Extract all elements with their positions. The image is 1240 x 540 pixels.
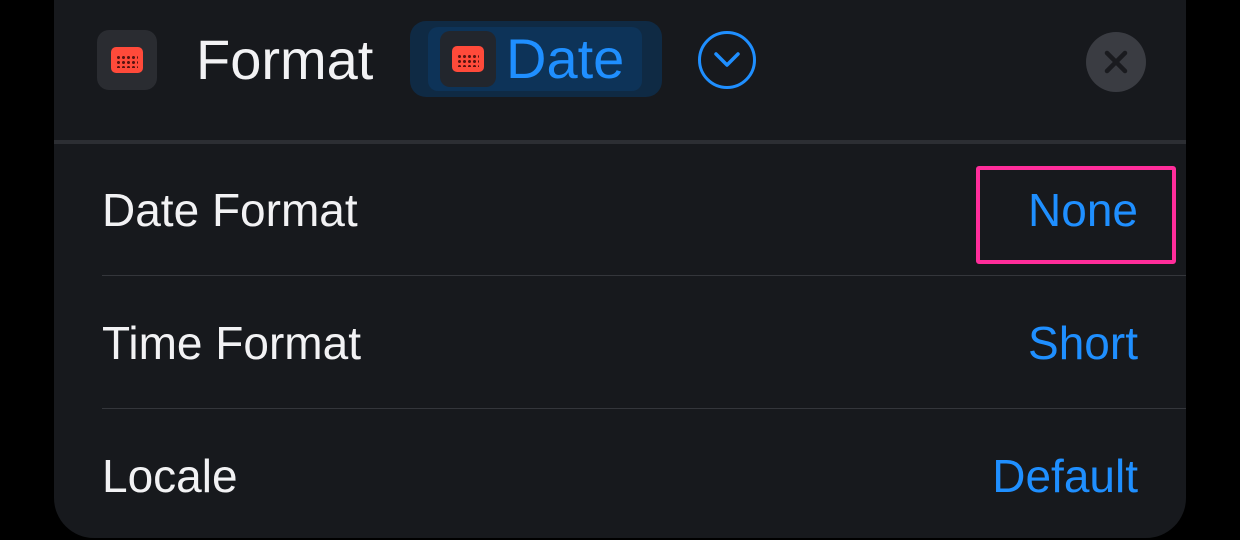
date-format-label: Date Format xyxy=(102,184,358,236)
close-button[interactable] xyxy=(1086,32,1146,92)
row-divider xyxy=(102,275,1186,276)
expand-options-button[interactable] xyxy=(698,31,756,89)
locale-row[interactable]: Locale Default xyxy=(54,410,1186,538)
row-divider xyxy=(102,408,1186,409)
date-variable-chip[interactable]: Date xyxy=(410,21,662,97)
highlight-annotation xyxy=(976,166,1176,264)
close-icon xyxy=(1104,50,1128,74)
date-variable-chip-inner: Date xyxy=(428,27,642,91)
locale-value[interactable]: Default xyxy=(992,450,1138,502)
action-title: Format xyxy=(196,28,374,91)
time-format-label: Time Format xyxy=(102,317,361,369)
format-action-card: Format Date Date Format None Time Format… xyxy=(54,0,1186,538)
time-format-row[interactable]: Time Format Short xyxy=(54,277,1186,409)
chevron-down-icon xyxy=(714,52,740,67)
time-format-value[interactable]: Short xyxy=(1028,317,1138,369)
locale-label: Locale xyxy=(102,450,238,502)
date-format-row[interactable]: Date Format None xyxy=(54,144,1186,276)
action-header: Format Date xyxy=(54,0,1186,100)
calendar-icon xyxy=(452,46,484,72)
calendar-app-icon xyxy=(97,30,157,90)
calendar-icon xyxy=(111,47,143,73)
chip-calendar-app-icon xyxy=(440,31,496,87)
date-variable-label: Date xyxy=(506,27,625,90)
